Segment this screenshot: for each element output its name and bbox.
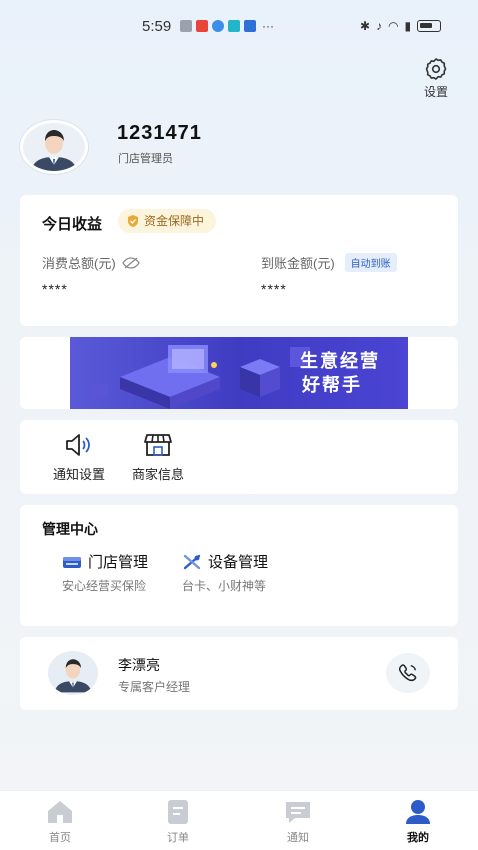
tab-notifications[interactable]: 通知 [268, 799, 328, 845]
app-icon [212, 20, 224, 32]
received-amount-label: 到账金额(元) 自动到账 [261, 253, 397, 272]
role-badge: 门店管理员 [110, 150, 181, 168]
guarantee-badge[interactable]: 资金保障中 [118, 209, 217, 233]
tab-label: 订单 [167, 832, 189, 844]
received-amount-label-text: 到账金额(元) [261, 256, 335, 271]
store-icon [144, 434, 172, 456]
device-management-sub: 台卡、小财神等 [182, 579, 267, 593]
management-card: 管理中心 门店管理 安心经营买保险 设备管理 台卡、小财神等 [20, 505, 458, 626]
banner-line1: 生意经营 [300, 351, 380, 371]
gear-icon [425, 58, 447, 80]
guarantee-label: 资金保障中 [144, 214, 205, 228]
tool-label: 商家信息 [131, 467, 184, 482]
manager-role: 专属客户经理 [118, 680, 191, 694]
settings-label: 设置 [423, 85, 448, 99]
mute-icon: ♪ [376, 19, 383, 33]
app-icon [244, 20, 256, 32]
tools-card: 通知设置 商家信息 [20, 420, 458, 494]
settings-button[interactable]: 设置 [418, 57, 454, 100]
tab-label: 我的 [407, 832, 429, 844]
store-management-sub: 安心经营买保险 [62, 579, 147, 593]
banner-card: 生意经营 好帮手 [20, 337, 458, 409]
tool-label: 通知设置 [52, 467, 105, 482]
status-bar: 5:59 ··· ✱ ♪ ◠ ▮ [0, 0, 478, 50]
shield-icon [128, 215, 138, 227]
avatar[interactable] [20, 120, 88, 174]
total-amount-label: 消费总额(元) [42, 253, 140, 272]
notification-settings-button[interactable]: 通知设置 [44, 432, 114, 483]
status-time: 5:59 [142, 18, 172, 35]
earnings-card: 今日收益 资金保障中 消费总额(元) 到账金额(元) 自动到账 **** ***… [20, 195, 458, 326]
phone-icon [398, 664, 417, 682]
merchant-info-button[interactable]: 商家信息 [123, 432, 193, 483]
message-icon [286, 802, 310, 823]
tab-home[interactable]: 首页 [30, 799, 90, 845]
status-app-icons: ··· [180, 20, 274, 32]
order-icon [168, 800, 188, 824]
promo-banner[interactable]: 生意经营 好帮手 [70, 337, 408, 409]
earnings-title: 今日收益 [42, 216, 103, 233]
store-manage-icon [63, 556, 81, 568]
home-icon [48, 801, 72, 823]
user-icon [406, 800, 430, 824]
bottom-tab-bar: 首页 订单 通知 我的 [0, 790, 478, 850]
eye-hidden-icon[interactable] [121, 256, 140, 269]
received-amount-value: **** [261, 281, 287, 297]
user-avatar-icon [23, 123, 85, 171]
battery-icon [417, 20, 442, 32]
banner-line2: 好帮手 [302, 375, 362, 395]
app-icon [228, 20, 240, 32]
account-manager-card: 李漂亮 专属客户经理 [20, 637, 458, 710]
store-management-label: 门店管理 [88, 554, 149, 571]
manager-name: 李漂亮 [118, 657, 160, 673]
device-management-button[interactable]: 设备管理 台卡、小财神等 [182, 551, 268, 594]
auto-settle-tag: 自动到账 [344, 253, 397, 272]
management-title: 管理中心 [42, 521, 98, 537]
manager-avatar-icon [48, 653, 98, 693]
call-manager-button[interactable] [386, 653, 430, 693]
total-amount-value: **** [42, 281, 68, 297]
tools-icon [183, 554, 201, 569]
user-id: 1231471 [117, 122, 202, 144]
speaker-icon [66, 434, 90, 456]
status-more: ··· [262, 19, 274, 33]
device-management-label: 设备管理 [208, 554, 269, 571]
status-indicators: ✱ ♪ ◠ ▮ [360, 19, 442, 33]
tab-mine[interactable]: 我的 [388, 799, 448, 845]
tab-label: 通知 [287, 832, 309, 844]
app-icon [180, 20, 192, 32]
manager-avatar [48, 651, 98, 695]
store-management-button[interactable]: 门店管理 安心经营买保险 [62, 551, 148, 594]
app-icon [196, 20, 208, 32]
tab-orders[interactable]: 订单 [148, 799, 208, 845]
total-amount-label-text: 消费总额(元) [42, 256, 116, 271]
signal-icon: ▮ [404, 19, 412, 33]
tab-label: 首页 [49, 832, 71, 844]
wifi-icon: ◠ [388, 19, 399, 33]
bluetooth-icon: ✱ [360, 19, 371, 33]
banner-text: 生意经营 好帮手 [300, 349, 380, 397]
